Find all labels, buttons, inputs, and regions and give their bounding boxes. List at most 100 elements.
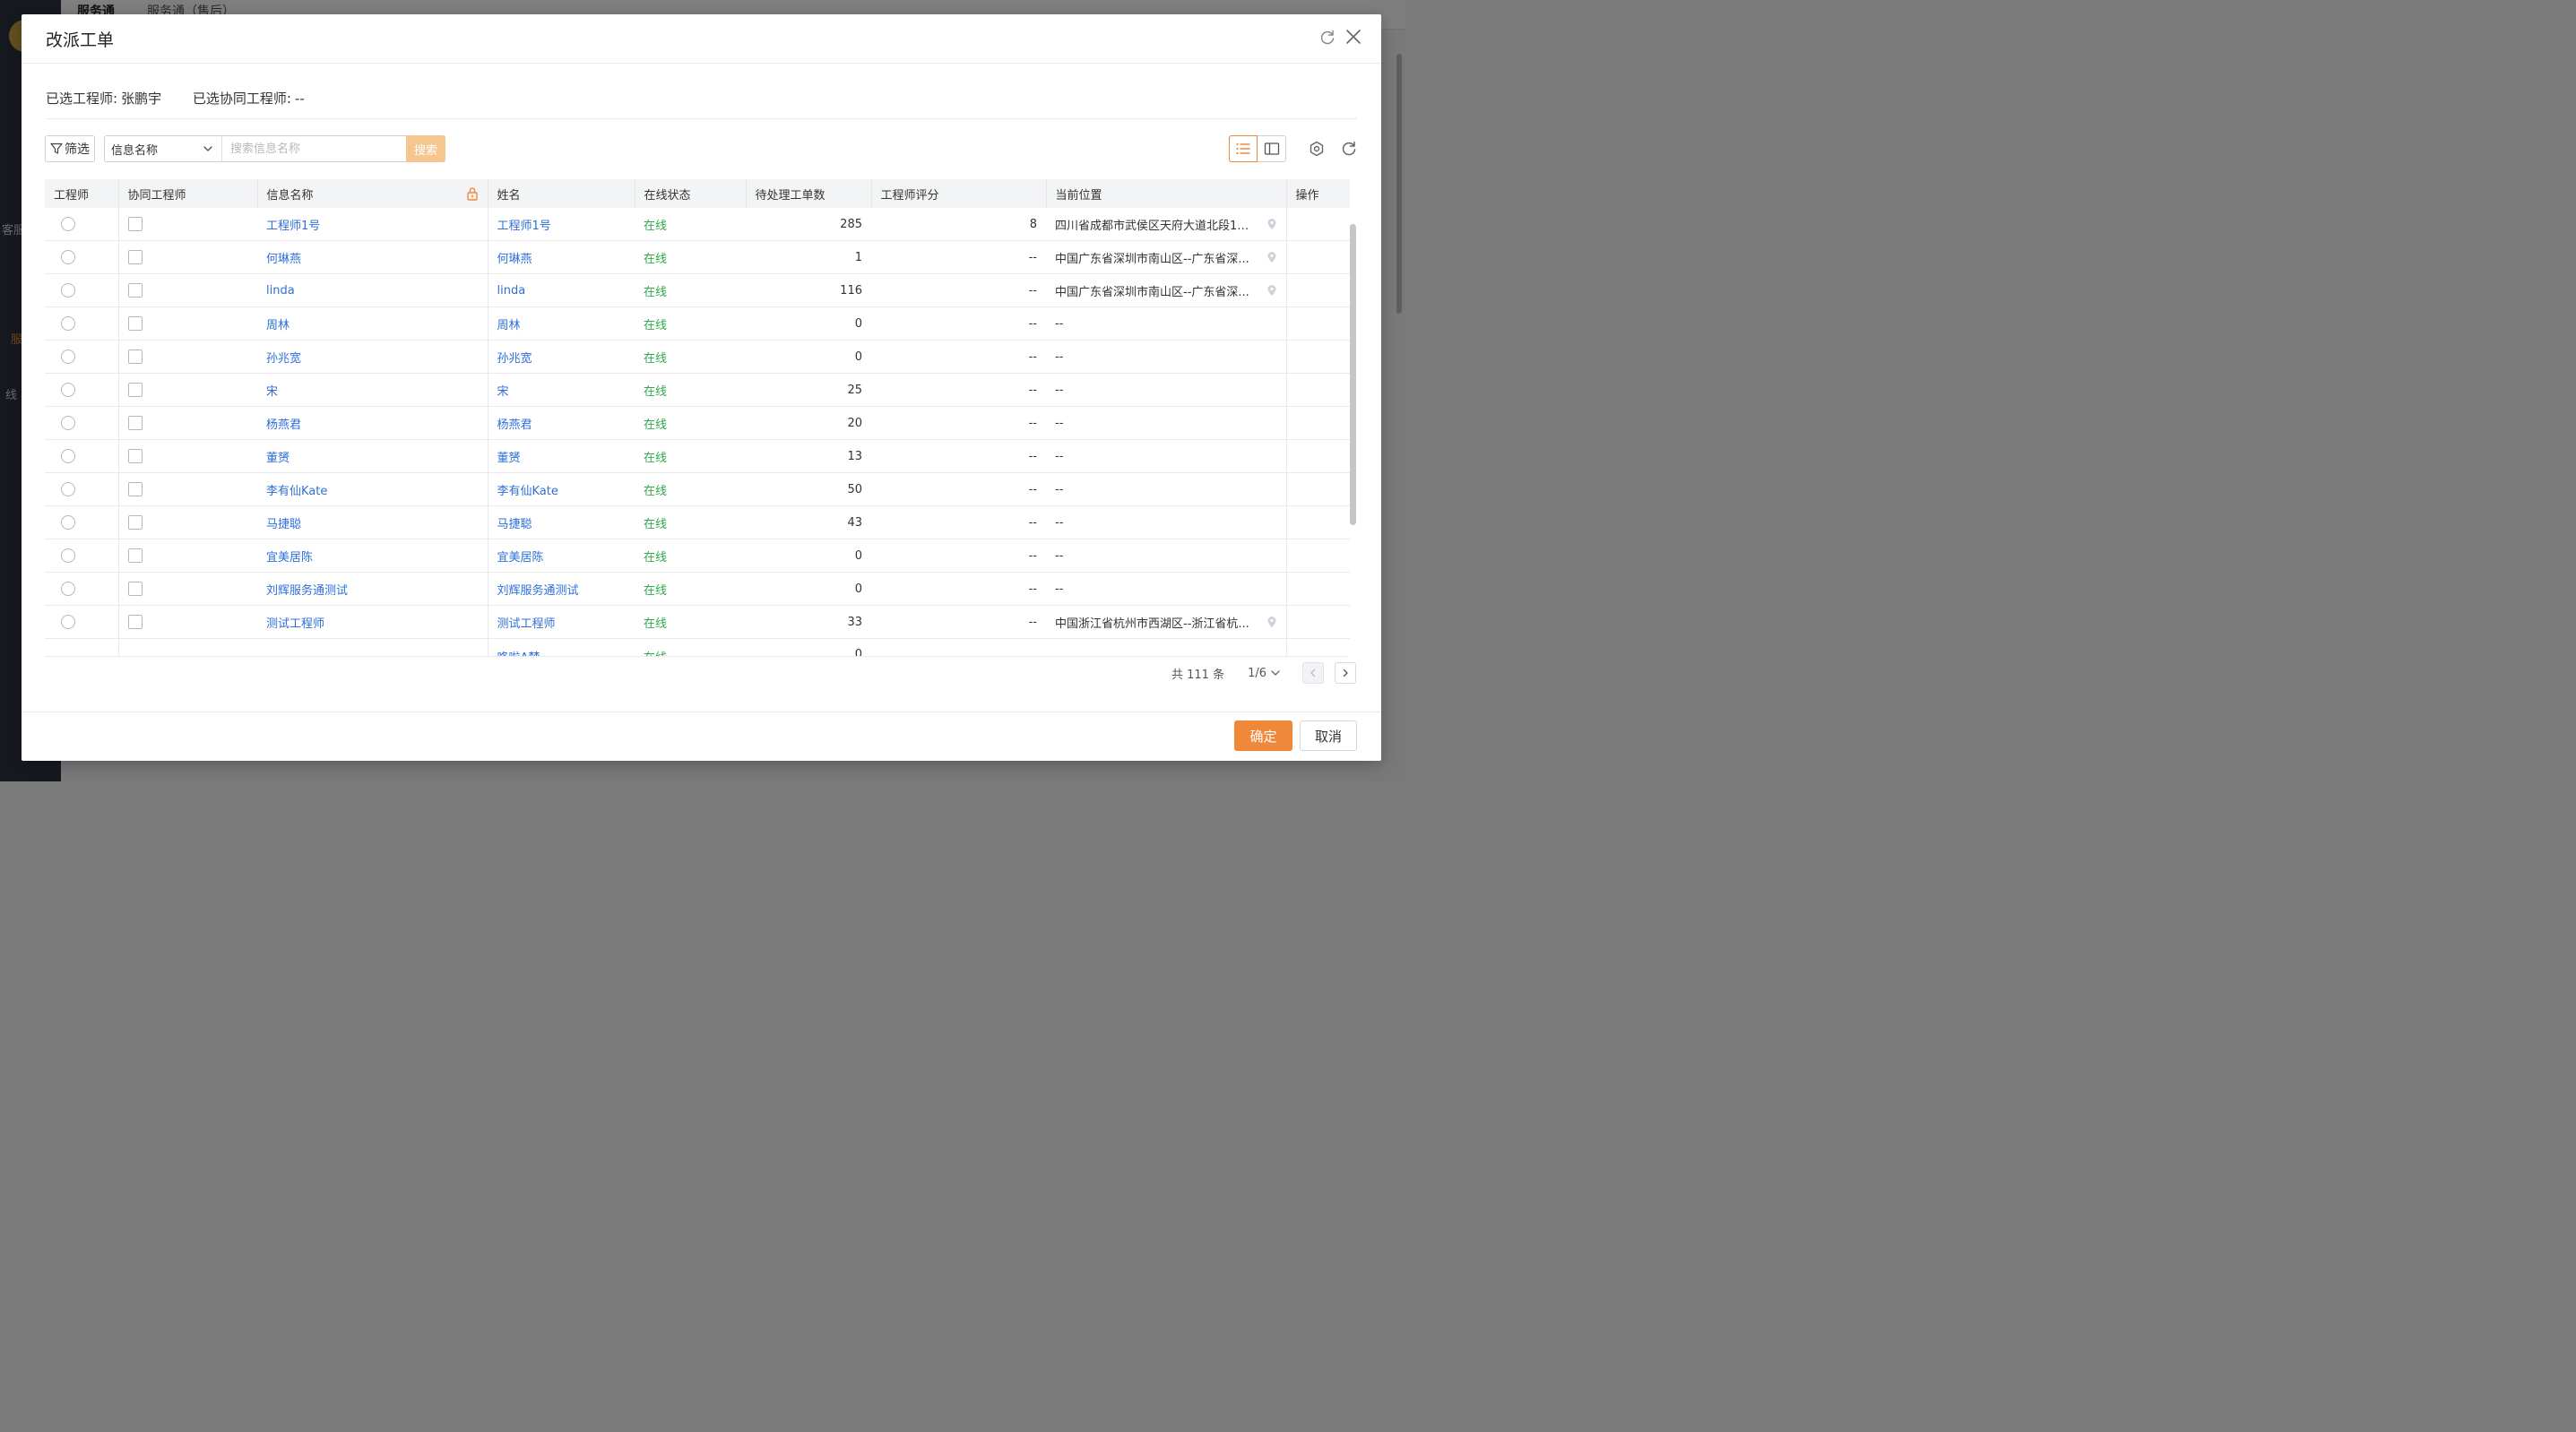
col-header: 在线状态 — [635, 179, 747, 208]
assist-checkbox[interactable] — [127, 416, 143, 430]
table-row[interactable]: 杨燕君 杨燕君 在线 20 -- -- — [45, 406, 1350, 440]
location-pin-icon[interactable] — [1266, 616, 1277, 628]
location-pin-icon[interactable] — [1266, 251, 1277, 263]
name-link[interactable]: 何琳燕 — [497, 253, 532, 266]
engineer-radio[interactable] — [61, 548, 75, 563]
table-row[interactable]: 孙兆宽 孙兆宽 在线 0 -- -- — [45, 340, 1350, 374]
settings-icon[interactable] — [1308, 140, 1326, 158]
name-link[interactable]: 刘辉服务通测试 — [497, 584, 579, 598]
table-row[interactable]: 刘辉服务通测试 刘辉服务通测试 在线 0 -- -- — [45, 572, 1350, 606]
engineer-radio[interactable] — [61, 383, 75, 397]
name-link[interactable]: 周林 — [497, 319, 521, 332]
list-view-button[interactable] — [1229, 135, 1258, 162]
location-pin-icon[interactable] — [1266, 284, 1277, 297]
status-cell: 在线 — [635, 539, 746, 573]
info-name-link[interactable]: 刘辉服务通测试 — [266, 584, 348, 598]
filter-button[interactable]: 筛选 — [45, 135, 95, 162]
search-field-select[interactable]: 信息名称 — [104, 135, 222, 162]
prev-page-button[interactable] — [1302, 662, 1324, 684]
name-link[interactable]: 杨燕君 — [497, 418, 532, 432]
info-name-link[interactable]: 工程师1号 — [266, 220, 320, 233]
table-row[interactable]: 何琳燕 何琳燕 在线 1 -- 中国广东省深圳市南山区--广东省深... — [45, 240, 1350, 274]
info-name-link[interactable]: 董赟 — [266, 452, 290, 465]
engineer-radio-cell — [45, 273, 119, 307]
engineer-radio[interactable] — [61, 582, 75, 596]
info-name-link[interactable]: linda — [266, 284, 295, 298]
lock-icon[interactable] — [466, 186, 479, 201]
assist-checkbox[interactable] — [127, 582, 143, 596]
location-pin-icon[interactable] — [1266, 218, 1277, 230]
location-text: -- — [1055, 416, 1064, 430]
table-bottom-border — [45, 656, 1348, 657]
info-name-link[interactable]: 马捷聪 — [266, 518, 301, 531]
name-link[interactable]: 李有仙Kate — [497, 485, 558, 498]
assist-checkbox[interactable] — [127, 615, 143, 629]
engineer-radio[interactable] — [61, 416, 75, 430]
info-name-link[interactable]: 杨燕君 — [266, 418, 301, 432]
col-header: 当前位置 — [1046, 179, 1287, 208]
table-row[interactable]: 工程师1号 工程师1号 在线 285 8 四川省成都市武侯区天府大道北段17... — [45, 208, 1350, 241]
table-row[interactable]: 测试工程师 测试工程师 在线 33 -- 中国浙江省杭州市西湖区--浙江省杭... — [45, 605, 1350, 639]
table-row[interactable]: 咚啦A梦在线0 — [45, 638, 1350, 656]
table-row[interactable]: linda linda 在线 116 -- 中国广东省深圳市南山区--广东省深... — [45, 273, 1350, 307]
name-link[interactable]: 工程师1号 — [497, 220, 551, 233]
engineer-radio[interactable] — [61, 615, 75, 629]
assist-checkbox[interactable] — [127, 316, 143, 331]
assist-checkbox[interactable] — [127, 250, 143, 264]
next-page-button[interactable] — [1335, 662, 1356, 684]
table-row[interactable]: 马捷聪 马捷聪 在线 43 -- -- — [45, 505, 1350, 539]
search-input[interactable] — [221, 135, 407, 162]
assist-checkbox[interactable] — [127, 515, 143, 530]
refresh-icon[interactable] — [1340, 140, 1358, 158]
engineer-radio[interactable] — [61, 250, 75, 264]
engineer-radio[interactable] — [61, 482, 75, 496]
refresh-icon[interactable] — [1318, 29, 1336, 47]
name-link[interactable]: 宜美居陈 — [497, 551, 544, 565]
search-button[interactable]: 搜索 — [406, 135, 445, 162]
assist-checkbox[interactable] — [127, 548, 143, 563]
confirm-button[interactable]: 确定 — [1234, 720, 1292, 751]
close-icon[interactable] — [1344, 27, 1363, 47]
engineer-radio[interactable] — [61, 349, 75, 364]
assist-checkbox[interactable] — [127, 383, 143, 397]
engineer-radio[interactable] — [61, 316, 75, 331]
page-select[interactable]: 1/6 — [1248, 667, 1281, 680]
info-name-link[interactable]: 李有仙Kate — [266, 485, 327, 498]
engineer-radio[interactable] — [61, 449, 75, 463]
info-name-link[interactable]: 何琳燕 — [266, 253, 301, 266]
card-view-button[interactable] — [1258, 136, 1285, 161]
info-name-link[interactable]: 周林 — [266, 319, 290, 332]
engineer-radio[interactable] — [61, 283, 75, 298]
name-link[interactable]: 马捷聪 — [497, 518, 532, 531]
table-row[interactable]: 宜美居陈 宜美居陈 在线 0 -- -- — [45, 539, 1350, 573]
table-row[interactable]: 周林 周林 在线 0 -- -- — [45, 306, 1350, 341]
name-link[interactable]: 董赟 — [497, 452, 521, 465]
assist-checkbox[interactable] — [127, 482, 143, 496]
assist-checkbox[interactable] — [127, 283, 143, 298]
col-header: 姓名 — [488, 179, 635, 208]
table-row[interactable]: 李有仙Kate 李有仙Kate 在线 50 -- -- — [45, 472, 1350, 506]
name-link[interactable]: 宋 — [497, 385, 509, 399]
name-link[interactable]: 测试工程师 — [497, 617, 556, 631]
info-name-link[interactable]: 孙兆宽 — [266, 352, 301, 366]
table-scrollbar[interactable] — [1350, 224, 1356, 525]
name-link[interactable]: linda — [497, 284, 526, 298]
assist-checkbox[interactable] — [127, 349, 143, 364]
assist-checkbox[interactable] — [127, 449, 143, 463]
table-toolbar: 筛选 信息名称 搜索 — [45, 135, 1358, 164]
status-cell: 在线 — [635, 208, 746, 241]
info-name-cell: 李有仙Kate — [257, 472, 488, 506]
table-row[interactable]: 董赟 董赟 在线 13 -- -- — [45, 439, 1350, 473]
table-row[interactable]: 宋宋在线 25 -- -- — [45, 373, 1350, 407]
pending-count-cell: 13 — [746, 439, 871, 473]
pending-count-cell: 116 — [746, 273, 871, 307]
name-link[interactable]: 孙兆宽 — [497, 352, 532, 366]
info-name-link[interactable]: 宋 — [266, 385, 278, 399]
engineer-radio[interactable] — [61, 217, 75, 231]
assist-checkbox[interactable] — [127, 217, 143, 231]
engineer-radio[interactable] — [61, 515, 75, 530]
info-name-link[interactable]: 宜美居陈 — [266, 551, 313, 565]
action-cell — [1286, 406, 1350, 440]
info-name-link[interactable]: 测试工程师 — [266, 617, 324, 631]
cancel-button[interactable]: 取消 — [1300, 720, 1357, 751]
